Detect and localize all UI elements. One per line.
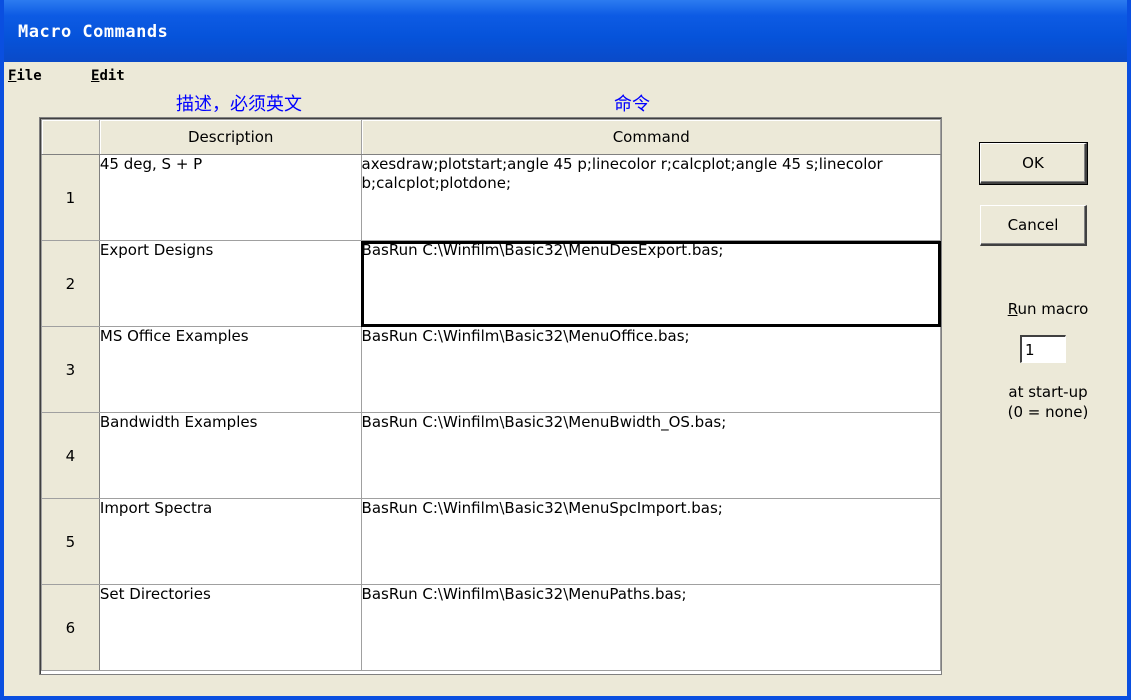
description-cell[interactable]: Export Designs [98, 240, 362, 327]
row-number[interactable]: 5 [41, 498, 100, 585]
description-cell[interactable]: Bandwidth Examples [98, 412, 362, 499]
description-cell[interactable]: Set Directories [98, 584, 362, 671]
table-row: 2 Export Designs BasRun C:\Winfilm\Basic… [41, 240, 942, 327]
run-macro-accel: R [1007, 300, 1018, 318]
command-cell-selected[interactable]: BasRun C:\Winfilm\Basic32\MenuDesExport.… [360, 240, 942, 327]
column-header-description[interactable]: Description [98, 119, 362, 155]
table-row: 3 MS Office Examples BasRun C:\Winfilm\B… [41, 326, 942, 413]
startup-note-line1: at start-up [1008, 383, 1088, 401]
table-row: 5 Import Spectra BasRun C:\Winfilm\Basic… [41, 498, 942, 585]
run-macro-label: Run macro [988, 300, 1108, 318]
command-cell[interactable]: BasRun C:\Winfilm\Basic32\MenuSpcImport.… [360, 498, 942, 585]
ok-button[interactable]: OK [979, 142, 1088, 185]
cancel-button[interactable]: Cancel [980, 205, 1087, 246]
startup-note-line2: (0 = none) [1007, 403, 1089, 421]
description-annotation: 描述，必须英文 [176, 94, 302, 115]
run-macro-label-text: un macro [1017, 300, 1089, 318]
menu-file[interactable]: File [8, 68, 42, 84]
column-header-command[interactable]: Command [360, 119, 942, 155]
title-bar[interactable]: Macro Commands [4, 0, 1127, 62]
window-title: Macro Commands [18, 22, 169, 42]
row-number[interactable]: 6 [41, 584, 100, 671]
corner-cell [41, 119, 100, 155]
macro-table: Description Command 1 45 deg, S + P axes… [41, 119, 942, 671]
macro-commands-window: Macro Commands File Edit 描述，必须英文 命令 Desc… [0, 0, 1131, 700]
macro-grid[interactable]: Description Command 1 45 deg, S + P axes… [39, 117, 942, 675]
command-cell[interactable]: axesdraw;plotstart;angle 45 p;linecolor … [360, 154, 942, 241]
menu-edit-label: dit [99, 68, 125, 84]
row-number[interactable]: 1 [41, 154, 100, 241]
header-row: Description Command [41, 119, 942, 155]
menu-edit[interactable]: Edit [91, 68, 125, 84]
command-cell[interactable]: BasRun C:\Winfilm\Basic32\MenuBwidth_OS.… [360, 412, 942, 499]
menu-file-label: ile [16, 68, 42, 84]
row-number[interactable]: 3 [41, 326, 100, 413]
run-macro-input[interactable]: 1 [1020, 335, 1066, 363]
description-cell[interactable]: MS Office Examples [98, 326, 362, 413]
table-row: 1 45 deg, S + P axesdraw;plotstart;angle… [41, 154, 942, 241]
command-annotation: 命令 [614, 94, 650, 115]
command-cell[interactable]: BasRun C:\Winfilm\Basic32\MenuPaths.bas; [360, 584, 942, 671]
table-row: 6 Set Directories BasRun C:\Winfilm\Basi… [41, 584, 942, 671]
table-row: 4 Bandwidth Examples BasRun C:\Winfilm\B… [41, 412, 942, 499]
description-cell[interactable]: Import Spectra [98, 498, 362, 585]
description-cell[interactable]: 45 deg, S + P [98, 154, 362, 241]
command-cell[interactable]: BasRun C:\Winfilm\Basic32\MenuOffice.bas… [360, 326, 942, 413]
row-number[interactable]: 4 [41, 412, 100, 499]
row-number[interactable]: 2 [41, 240, 100, 327]
